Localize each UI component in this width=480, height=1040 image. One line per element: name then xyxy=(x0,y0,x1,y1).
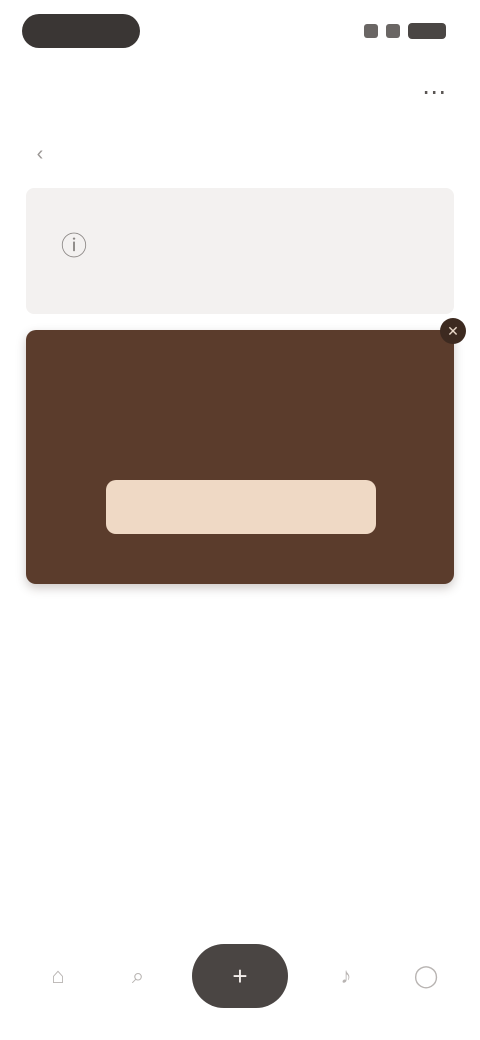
more-icon[interactable]: ⋯ xyxy=(416,74,452,110)
promo-banner: ✕ xyxy=(26,318,466,584)
wifi-icon xyxy=(386,24,400,38)
banner-action-button[interactable] xyxy=(106,480,376,534)
status-indicators xyxy=(364,20,446,42)
profile-icon[interactable]: ◯ xyxy=(402,952,450,1000)
add-icon[interactable]: + xyxy=(192,944,288,1008)
status-pill xyxy=(22,14,140,48)
bottom-navigation: ⌂ ⌕ + ♪ ◯ xyxy=(0,930,480,1020)
header: ⋯ xyxy=(0,62,480,122)
info-icon: ⓘ xyxy=(60,230,87,261)
signal-icon xyxy=(364,24,378,38)
home-icon[interactable]: ⌂ xyxy=(34,952,82,1000)
close-icon[interactable]: ✕ xyxy=(440,318,466,344)
bell-icon[interactable]: ♪ xyxy=(322,952,370,1000)
back-icon[interactable]: ‹ xyxy=(28,142,52,166)
search-icon[interactable]: ⌕ xyxy=(114,952,162,1000)
info-card[interactable]: ⓘ xyxy=(26,188,454,314)
app-screen: ⋯ ‹ ⓘ ✕ ⌂ ⌕ + ♪ ◯ xyxy=(0,0,480,1040)
battery-icon xyxy=(408,23,446,39)
sub-navigation: ‹ xyxy=(0,140,480,170)
status-bar xyxy=(0,0,480,64)
